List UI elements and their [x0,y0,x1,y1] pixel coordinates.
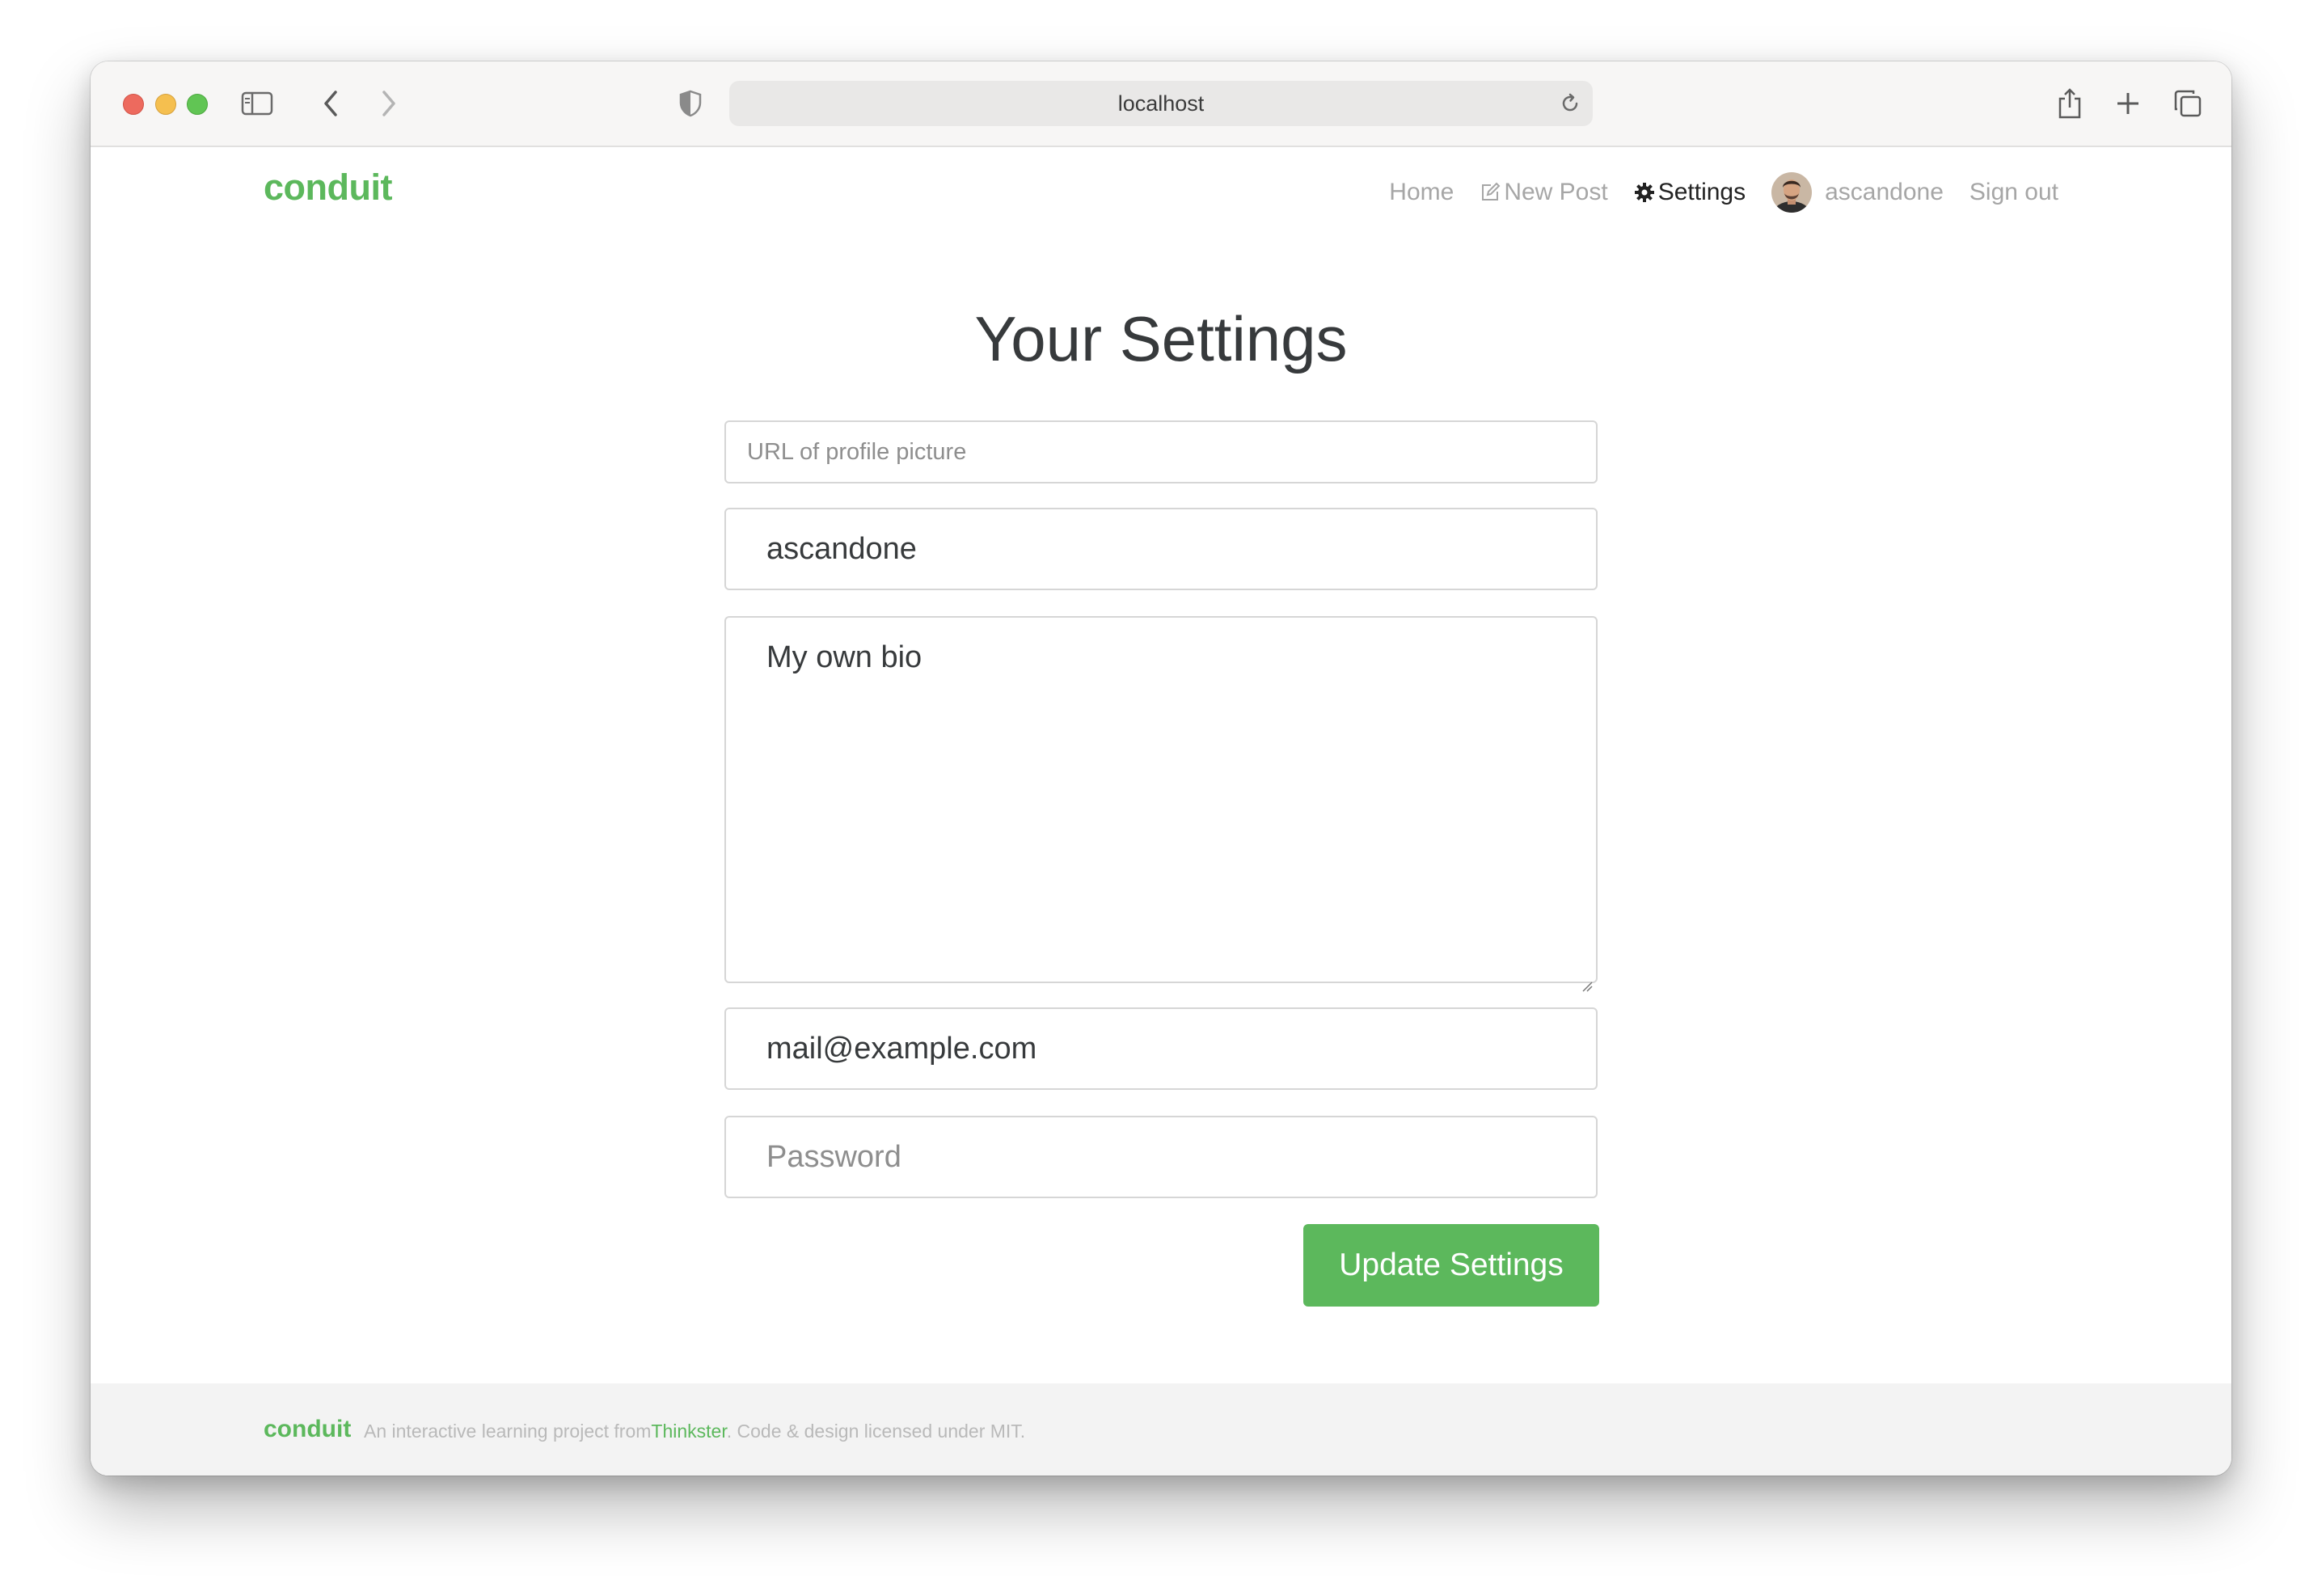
edit-icon [1480,182,1501,203]
page-title: Your Settings [974,303,1348,375]
url-text: localhost [1117,91,1205,116]
gear-icon [1634,182,1655,203]
browser-toolbar: localhost [91,61,2231,147]
minimize-window-button[interactable] [155,94,176,115]
profile-picture-url-input[interactable]: URL of profile picture [724,420,1598,483]
page-content: conduit Home New Post Settings ascandone… [91,147,2231,1476]
nav-home-link[interactable]: Home [1389,179,1454,206]
password-input[interactable]: Password [724,1116,1598,1198]
footer-attribution: An interactive learning project fromThin… [364,1421,1025,1442]
forward-icon[interactable] [369,84,407,123]
footer: conduit An interactive learning project … [91,1383,2231,1476]
nav-profile-link[interactable]: ascandone [1771,172,1944,213]
shield-icon[interactable] [671,84,710,123]
nav-sign-out-link[interactable]: Sign out [1969,179,2058,206]
thinkster-link[interactable]: Thinkster [651,1421,726,1442]
navbar: conduit Home New Post Settings ascandone… [91,147,2231,236]
bio-textarea[interactable]: My own bio [724,616,1598,992]
brand-logo[interactable]: conduit [264,167,392,209]
tabs-overview-icon[interactable] [2168,84,2207,123]
back-icon[interactable] [312,84,351,123]
footer-text-before: An interactive learning project from [364,1421,652,1442]
share-icon[interactable] [2050,84,2089,123]
reload-icon[interactable] [1559,92,1581,115]
nav-new-post-link[interactable]: New Post [1480,179,1608,206]
browser-window: localhost conduit Home New Post Settings… [91,61,2231,1476]
address-bar[interactable]: localhost [729,81,1593,126]
profile-picture-url-placeholder: URL of profile picture [747,438,967,465]
footer-text-after: . Code & design licensed under MIT. [726,1421,1026,1442]
email-input[interactable]: mail@example.com [724,1007,1598,1090]
close-window-button[interactable] [123,94,144,115]
new-tab-icon[interactable] [2109,84,2147,123]
nav-settings-label: Settings [1657,179,1746,205]
nav-links: Home New Post Settings ascandone Sign ou… [1389,172,2058,213]
username-input[interactable]: ascandone [724,508,1598,590]
zoom-window-button[interactable] [187,94,208,115]
nav-settings-link[interactable]: Settings [1634,179,1746,206]
email-value: mail@example.com [766,1031,1037,1066]
resize-handle-icon[interactable] [1580,965,1593,992]
sidebar-icon[interactable] [238,84,277,123]
footer-brand-logo[interactable]: conduit [264,1416,351,1443]
update-settings-button[interactable]: Update Settings [1303,1224,1599,1307]
password-placeholder: Password [766,1139,901,1174]
bio-value: My own bio [766,640,922,674]
nav-sign-out-label: Sign out [1969,179,2058,205]
username-value: ascandone [766,531,917,566]
avatar [1771,172,1813,213]
nav-username-label: ascandone [1825,179,1944,205]
nav-new-post-label: New Post [1504,179,1608,205]
nav-home-label: Home [1389,179,1454,205]
